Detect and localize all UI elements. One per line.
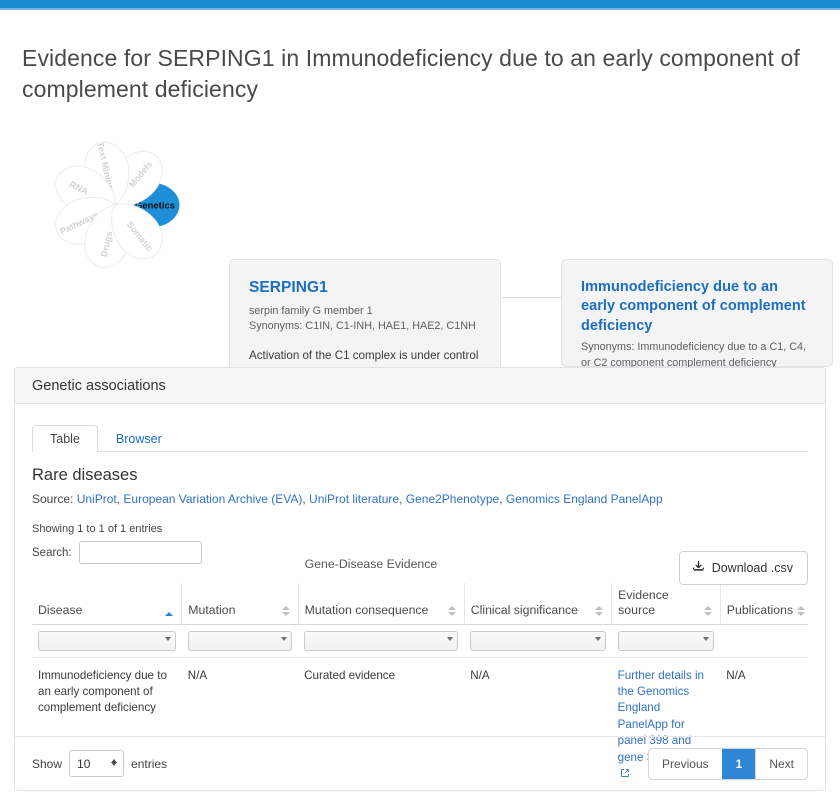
flower-svg: GeneticsModelsText MiningRNAPathwaysDrug…: [55, 141, 180, 269]
column-label-evidence-source: Evidence source: [618, 588, 669, 617]
filter-select-mutation[interactable]: [187, 630, 293, 651]
gene-card-synonyms: Synonyms: C1IN, C1-INH, HAE1, HAE2, C1NH: [249, 320, 476, 333]
group-header-gene-disease-evidence: Gene-Disease Evidence: [304, 557, 438, 571]
overview-section: Genetics Models Text Mining RNA Pathways Drug…: [0, 122, 840, 442]
column-label-mutation-consequence: Mutation consequence: [304, 602, 429, 617]
table-footer: Show 10 entries Previous 1 Next: [15, 736, 825, 790]
gene-card-fullname: serpin family G member 1: [249, 304, 373, 317]
search-input[interactable]: [78, 541, 202, 564]
source-link-gene2phenotype[interactable]: Gene2Phenotype: [406, 492, 499, 506]
filter-cell-clinical-significance: [464, 624, 612, 658]
sort-indicator-disease[interactable]: [165, 612, 174, 616]
download-csv-label: Download .csv: [711, 561, 793, 575]
filter-select-disease[interactable]: [38, 630, 176, 651]
source-link-uniprot-literature[interactable]: UniProt literature: [309, 492, 399, 506]
section-title: Rare diseases: [32, 466, 138, 484]
show-entries-control: Show 10 entries: [32, 750, 167, 777]
source-link-uniprot[interactable]: UniProt: [77, 492, 117, 506]
panel-header-title: Genetic associations: [32, 377, 166, 394]
filter-cell-mutation: [181, 624, 299, 658]
panel-tabs: Table Browser: [32, 420, 808, 452]
top-accent-bar: [0, 0, 840, 8]
column-header-clinical-significance[interactable]: Clinical significance: [463, 583, 612, 625]
download-csv-button[interactable]: Download .csv: [678, 551, 808, 585]
tab-browser[interactable]: Browser: [98, 425, 180, 453]
filter-cell-evidence-source: [611, 624, 721, 658]
column-header-disease[interactable]: Disease: [32, 583, 182, 625]
source-prefix: Source:: [32, 492, 77, 506]
disease-card[interactable]: Immunodeficiency due to an early compone…: [561, 259, 833, 369]
column-label-publications: Publications: [726, 602, 794, 617]
source-link-panelapp[interactable]: Genomics England PanelApp: [506, 492, 663, 506]
evidence-flower-diagram: Genetics Models Text Mining RNA Pathways Drug…: [18, 130, 218, 320]
table-header-row: Disease Mutation Gene-Disease Evidence M…: [32, 557, 808, 625]
column-header-evidence-source[interactable]: Evidence source: [611, 583, 721, 625]
panel-header: Genetic associations: [15, 368, 825, 404]
table-filter-row: [32, 624, 808, 658]
sort-indicator-evidence-source[interactable]: [703, 606, 712, 616]
sort-indicator-mutation[interactable]: [281, 606, 290, 616]
filter-cell-disease: [32, 624, 182, 658]
column-header-mutation[interactable]: Mutation: [181, 583, 299, 625]
entries-per-page-select[interactable]: 10: [69, 750, 125, 777]
download-icon: [692, 560, 705, 576]
entries-label: entries: [131, 756, 168, 771]
pagination-next[interactable]: Next: [755, 748, 807, 779]
pagination: Previous 1 Next: [647, 747, 808, 780]
pagination-page-1[interactable]: 1: [721, 748, 756, 779]
sort-indicator-clinical-significance[interactable]: [595, 606, 604, 616]
column-label-mutation: Mutation: [188, 602, 236, 617]
filter-select-mutation-consequence[interactable]: [304, 630, 459, 651]
showing-entries-text: Showing 1 to 1 of 1 entries: [32, 523, 163, 535]
page-title: Evidence for SERPING1 in Immunodeficienc…: [22, 45, 800, 102]
pagination-previous[interactable]: Previous: [648, 748, 722, 779]
source-line: Source: UniProt, European Variation Arch…: [32, 492, 663, 506]
disease-card-title[interactable]: Immunodeficiency due to an early compone…: [581, 278, 813, 336]
sort-indicator-mutation-consequence[interactable]: [447, 606, 456, 616]
card-connector-line: [502, 297, 561, 299]
filter-select-clinical-significance[interactable]: [470, 630, 606, 651]
column-header-publications[interactable]: Publications: [719, 583, 808, 625]
column-label-disease: Disease: [38, 602, 83, 617]
filter-cell-mutation-consequence: [298, 624, 465, 658]
tab-table[interactable]: Table: [32, 424, 98, 452]
search-label: Search:: [32, 546, 72, 559]
filter-cell-publications: [720, 624, 808, 658]
show-label: Show: [32, 756, 63, 771]
genetic-associations-panel: Genetic associations Table Browser Rare …: [14, 367, 826, 791]
filter-select-evidence-source[interactable]: [617, 630, 715, 651]
column-label-clinical-significance: Clinical significance: [470, 602, 579, 617]
source-link-eva[interactable]: European Variation Archive (EVA): [123, 492, 302, 506]
sort-indicator-publications[interactable]: [797, 606, 806, 616]
gene-card-title[interactable]: SERPING1: [249, 278, 481, 299]
column-header-mutation-consequence[interactable]: Gene-Disease Evidence Mutation consequen…: [297, 557, 465, 625]
top-accent-bar-underline: [0, 8, 840, 10]
